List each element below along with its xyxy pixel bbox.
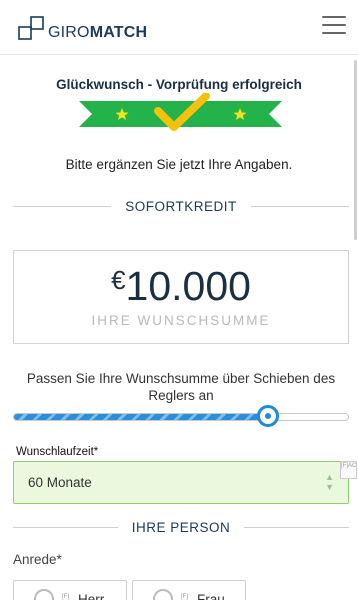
- laufzeit-label: Wunschlaufzeit*: [16, 446, 99, 458]
- radio-circle-icon: [153, 589, 173, 600]
- autofill-badge[interactable]: [F]AC: [340, 461, 357, 479]
- slider-fill: [14, 414, 268, 420]
- anrede-label: Anrede*: [13, 552, 62, 567]
- amount-slider[interactable]: [13, 413, 349, 421]
- laufzeit-value: 60 Monate: [28, 475, 92, 490]
- autofill-tag: [F]: [181, 594, 188, 600]
- radio-herr[interactable]: [F] Herr: [13, 580, 127, 600]
- laufzeit-select[interactable]: 60 Monate ▲ ▼: [13, 461, 349, 504]
- radio-label: Frau: [197, 592, 225, 600]
- amount-number: 10.000: [125, 263, 251, 309]
- congrats-title: Glückwunsch - Vorprüfung erfolgreich: [56, 77, 302, 92]
- congrats-subtitle: Bitte ergänzen Sie jetzt Ihre Angaben.: [65, 157, 293, 172]
- slider-handle[interactable]: [256, 405, 279, 427]
- radio-circle-icon: [34, 589, 54, 600]
- radio-label: Herr: [78, 592, 105, 600]
- section-divider-person: IHRE PERSON: [13, 517, 349, 537]
- giromatch-logo-icon: [18, 16, 44, 40]
- amount-display: €10.000 IHRE WUNSCHSUMME: [13, 250, 349, 344]
- amount-value: €10.000: [14, 263, 348, 310]
- amount-caption: IHRE WUNSCHSUMME: [91, 313, 271, 328]
- section-divider-sofortkredit: SOFORTKREDIT: [13, 196, 350, 216]
- radio-frau[interactable]: [F] Frau: [132, 580, 246, 600]
- slider-instructions: Passen Sie Ihre Wunschsumme über Schiebe…: [26, 371, 336, 403]
- giromatch-logo[interactable]: GIROMATCH: [18, 14, 147, 42]
- up-down-arrows-icon: ▲ ▼: [325, 472, 334, 492]
- section-title: SOFORTKREDIT: [125, 198, 237, 214]
- checkmark-icon: [154, 93, 210, 131]
- autofill-tag: [F]: [62, 594, 69, 600]
- logo-text: GIROMATCH: [48, 24, 148, 41]
- section-title: IHRE PERSON: [131, 519, 231, 535]
- currency-symbol: €: [111, 265, 126, 295]
- hamburger-menu-icon[interactable]: [322, 16, 346, 34]
- app-header: GIROMATCH: [0, 0, 358, 55]
